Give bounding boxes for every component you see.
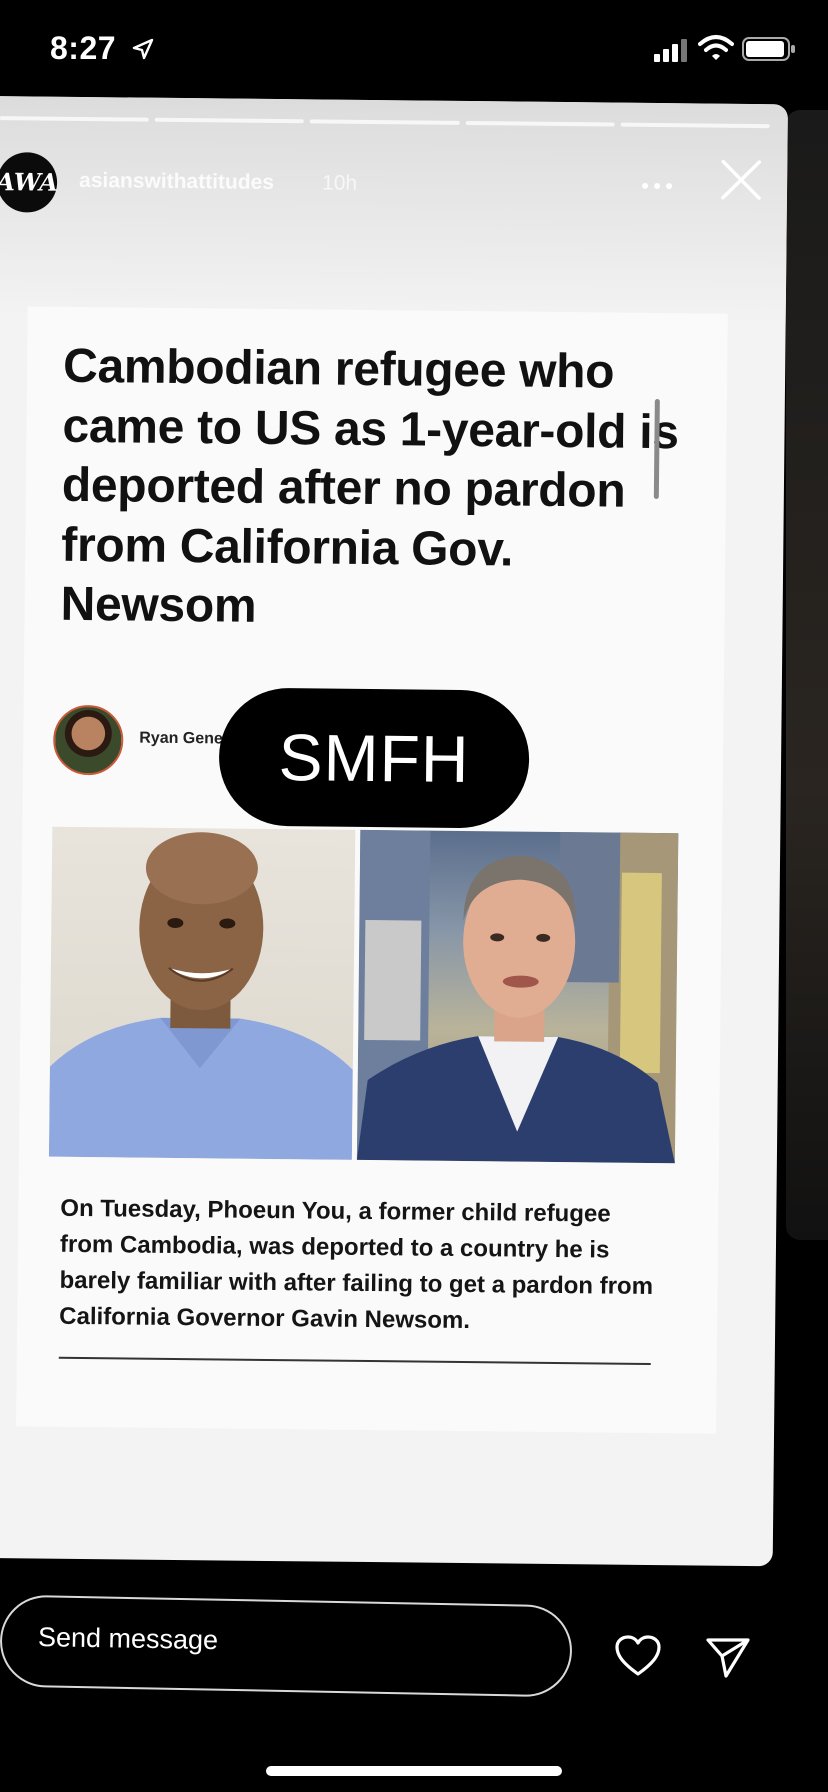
status-bar: 8:27 bbox=[0, 0, 828, 100]
article-body: On Tuesday, Phoeun You, a former child r… bbox=[59, 1194, 654, 1335]
article-screenshot: Cambodian refugee who came to US as 1-ye… bbox=[16, 306, 728, 1434]
story-header-shade bbox=[0, 96, 788, 325]
more-options-icon[interactable] bbox=[639, 179, 675, 193]
story-card[interactable]: AWA asianswithattitudes 10h Cambodian re… bbox=[0, 96, 788, 1567]
story-time-ago: 10h bbox=[321, 171, 358, 195]
avatar-logo-text: AWA bbox=[0, 167, 58, 197]
home-indicator[interactable] bbox=[266, 1766, 562, 1776]
smfh-text-sticker: SMFH bbox=[218, 687, 530, 829]
cellular-signal-icon bbox=[654, 39, 687, 62]
close-icon[interactable] bbox=[717, 156, 766, 205]
article-photo-refugee bbox=[48, 826, 356, 1160]
account-username[interactable]: asianswithattitudes bbox=[79, 169, 274, 195]
article-scrollbar bbox=[653, 398, 660, 500]
send-message-placeholder[interactable]: Send message bbox=[38, 1622, 219, 1656]
author-name: Ryan Gene bbox=[139, 729, 223, 748]
author-avatar bbox=[52, 704, 124, 776]
wifi-icon bbox=[698, 35, 734, 60]
battery-icon bbox=[742, 37, 795, 61]
next-story-peek[interactable] bbox=[786, 110, 828, 1240]
article-headline: Cambodian refugee who came to US as 1-ye… bbox=[60, 339, 679, 633]
send-icon[interactable] bbox=[704, 1636, 752, 1680]
sticker-text: SMFH bbox=[278, 720, 470, 797]
article-photo-governor bbox=[356, 829, 679, 1164]
location-arrow-icon bbox=[132, 38, 154, 60]
heart-icon[interactable] bbox=[614, 1634, 662, 1678]
status-time: 8:27 bbox=[50, 30, 117, 66]
divider bbox=[58, 1356, 651, 1365]
